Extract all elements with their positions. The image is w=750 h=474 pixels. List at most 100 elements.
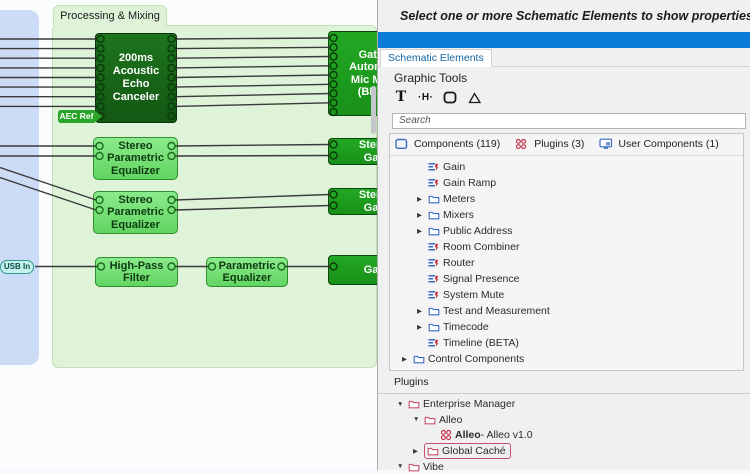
block-parametric-equalizer[interactable]: Parametric Equalizer <box>206 257 288 287</box>
tree-item-mixers[interactable]: ▶ Mixers <box>390 207 743 223</box>
usb-in-label[interactable]: USB In <box>0 260 34 274</box>
plugins-section-header: Plugins <box>378 371 750 394</box>
schematic-canvas[interactable]: Processing & Mixing 200ms Acoustic Echo … <box>0 0 377 470</box>
chevron-collapsed-icon[interactable]: ▶ <box>417 307 428 315</box>
search-box <box>392 110 746 129</box>
folder-icon <box>428 226 443 236</box>
library-tab-user-components-1[interactable]: User Components (1) <box>599 138 718 150</box>
component-icon <box>428 178 443 188</box>
schematic-vertical-scrollbar[interactable] <box>371 86 376 134</box>
tree-item-suffix: - Alleo v1.0 <box>481 429 533 441</box>
selected-item-box: Global Caché <box>424 443 511 459</box>
block-gain[interactable]: Gain <box>328 255 377 285</box>
component-icon <box>428 242 443 252</box>
tree-item-global-cach[interactable]: ▶ Global Caché <box>378 443 750 459</box>
selection-header-bar <box>378 32 750 48</box>
tree-item-label: Alleo <box>455 429 481 441</box>
folder-red-icon <box>408 462 423 472</box>
tree-item-gain-ramp[interactable]: Gain Ramp <box>390 175 743 191</box>
chevron-collapsed-icon[interactable]: ▶ <box>413 447 424 455</box>
plugin-icon <box>515 138 530 150</box>
graphic-tools-section: Graphic Tools T·H· <box>378 67 750 105</box>
tree-item-label: Room Combiner <box>443 241 519 253</box>
tree-item-label: Vibe <box>423 461 444 473</box>
tree-item-label: Global Caché <box>442 445 506 457</box>
tree-item-label: Public Address <box>443 225 512 237</box>
tree-item-timecode[interactable]: ▶ Timecode <box>390 319 743 335</box>
tree-item-meters[interactable]: ▶ Meters <box>390 191 743 207</box>
folder-red-icon <box>424 415 439 425</box>
tree-item-label: System Mute <box>443 289 504 301</box>
chevron-collapsed-icon[interactable]: ▶ <box>417 227 428 235</box>
tree-item-vibe[interactable]: ▼ Vibe <box>378 459 750 474</box>
element-library: Components (119) Plugins (3) User Componen… <box>389 133 744 371</box>
block-acoustic-echo-canceler[interactable]: 200ms Acoustic Echo Canceler <box>95 33 177 123</box>
chevron-collapsed-icon[interactable]: ▶ <box>417 211 428 219</box>
tree-item-enterprise-manager[interactable]: ▼Enterprise Manager <box>378 397 750 413</box>
polygon-tool[interactable] <box>467 91 482 104</box>
components-tab-icon <box>395 138 410 150</box>
tree-item-timeline-beta[interactable]: Timeline (BETA) <box>390 335 743 351</box>
folder-red-icon <box>427 446 442 456</box>
component-icon <box>428 274 443 284</box>
block-high-pass-filter[interactable]: High-Pass Filter <box>95 257 178 287</box>
tree-item-label: Meters <box>443 193 475 205</box>
aec-ref-label[interactable]: AEC Ref <box>58 110 102 123</box>
tree-item-label: Alleo <box>439 414 462 426</box>
rectangle-tool[interactable] <box>443 91 457 104</box>
tree-item-system-mute[interactable]: System Mute <box>390 287 743 303</box>
search-input[interactable] <box>392 113 746 129</box>
tree-item-router[interactable]: Router <box>390 255 743 271</box>
block-stereo-gain-1[interactable]: Stereo Gain <box>328 138 377 165</box>
processing-group-tab[interactable]: Processing & Mixing <box>53 5 167 26</box>
component-icon <box>428 258 443 268</box>
component-tree: Gain Gain Ramp ▶ Meters ▶ Mixers ▶ Public Addre… <box>390 156 743 367</box>
tree-item-label: Test and Measurement <box>443 305 550 317</box>
text-tool[interactable]: T <box>394 89 408 105</box>
tree-item-gain[interactable]: Gain <box>390 159 743 175</box>
chevron-collapsed-icon[interactable]: ▶ <box>417 195 428 203</box>
tree-item-label: Gain Ramp <box>443 177 496 189</box>
library-tab-label: User Components (1) <box>618 138 718 150</box>
tree-item-room-combiner[interactable]: Room Combiner <box>390 239 743 255</box>
block-stereo-parametric-equalizer-2[interactable]: Stereo Parametric Equalizer <box>93 191 178 234</box>
folder-icon <box>428 210 443 220</box>
component-icon <box>428 290 443 300</box>
chevron-collapsed-icon[interactable]: ▶ <box>417 323 428 331</box>
library-tab-label: Components (119) <box>414 138 500 150</box>
tree-item-test-and-measurement[interactable]: ▶ Test and Measurement <box>390 303 743 319</box>
block-gating-automatic-mic-mixer[interactable]: Gating Automatic Mic Mixer (BETA) <box>328 31 377 116</box>
library-tab-plugins-3[interactable]: Plugins (3) <box>515 138 584 150</box>
chevron-expanded-icon[interactable]: ▼ <box>413 416 424 423</box>
folder-icon <box>428 306 443 316</box>
tree-item-label: Gain <box>443 161 465 173</box>
block-stereo-gain-2[interactable]: Stereo Gain <box>328 188 377 215</box>
panel-tab-row: Schematic Elements <box>378 48 750 67</box>
tree-item-label: Timeline (BETA) <box>443 337 519 349</box>
chevron-expanded-icon[interactable]: ▼ <box>397 401 408 408</box>
plugin-icon <box>440 429 455 441</box>
tree-item-label: Control Components <box>428 353 524 365</box>
tree-item-control-components[interactable]: ▶ Control Components <box>390 351 743 367</box>
io-group-container[interactable] <box>0 10 39 365</box>
tree-item-label: Mixers <box>443 209 474 221</box>
folder-icon <box>428 322 443 332</box>
tree-item-label: Router <box>443 257 475 269</box>
tree-item-alleo[interactable]: ▼ Alleo <box>378 412 750 428</box>
graphic-tools-row: T ·H· <box>394 89 750 105</box>
tree-item-public-address[interactable]: ▶ Public Address <box>390 223 743 239</box>
tree-item-label: Signal Presence <box>443 273 519 285</box>
chevron-collapsed-icon[interactable]: ▶ <box>402 355 413 363</box>
tree-item-alleo[interactable]: Alleo - Alleo v1.0 <box>378 428 750 444</box>
library-tab-components-119[interactable]: Components (119) <box>395 138 500 150</box>
tree-item-label: Timecode <box>443 321 489 333</box>
properties-panel: Select one or more Schematic Elements to… <box>377 0 750 470</box>
control-handle-tool[interactable]: ·H· <box>418 92 433 103</box>
tab-schematic-elements[interactable]: Schematic Elements <box>380 49 492 67</box>
chevron-expanded-icon[interactable]: ▼ <box>397 463 408 470</box>
component-icon <box>428 162 443 172</box>
library-tab-label: Plugins (3) <box>534 138 584 150</box>
block-stereo-parametric-equalizer-1[interactable]: Stereo Parametric Equalizer <box>93 137 178 180</box>
folder-icon <box>413 354 428 364</box>
tree-item-signal-presence[interactable]: Signal Presence <box>390 271 743 287</box>
